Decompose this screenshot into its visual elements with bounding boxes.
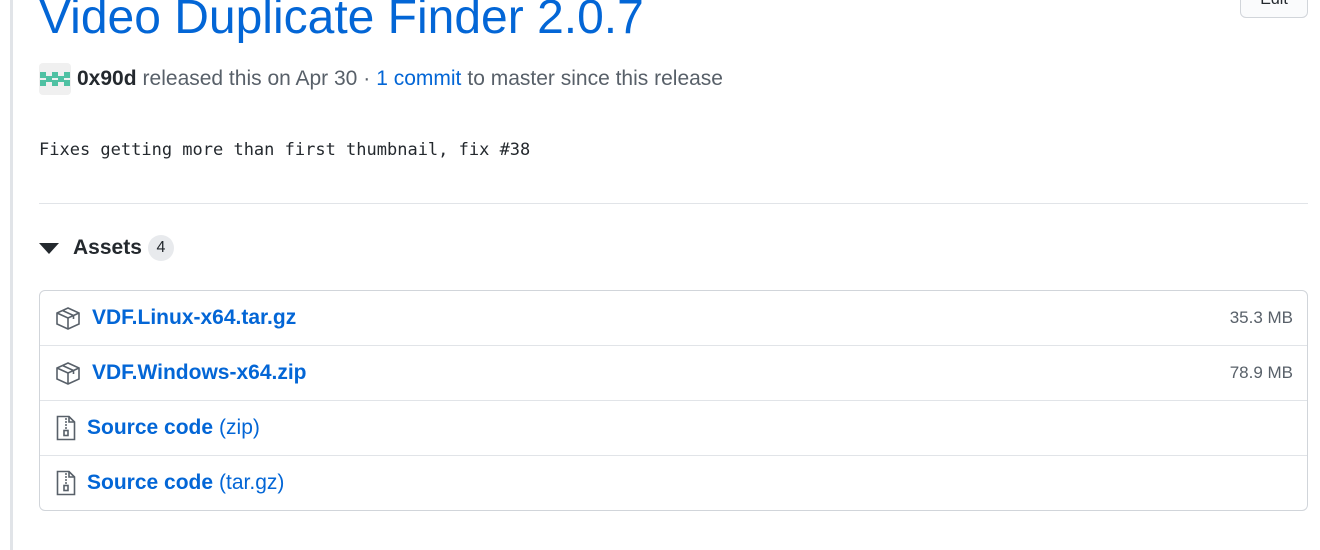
- assets-toggle[interactable]: Assets 4: [39, 233, 174, 263]
- asset-format[interactable]: (tar.gz): [219, 471, 284, 495]
- release-title[interactable]: Video Duplicate Finder 2.0.7: [39, 0, 644, 50]
- triangle-down-icon: [39, 242, 59, 254]
- release-entry: Video Duplicate Finder 2.0.7 Edit 0x90d …: [39, 0, 1308, 550]
- package-icon: [54, 304, 82, 332]
- release-byline: 0x90d released this on Apr 30 · 1 commit…: [39, 62, 723, 96]
- divider: [39, 203, 1308, 204]
- author-link[interactable]: 0x90d: [77, 67, 137, 91]
- package-icon: [54, 359, 82, 387]
- asset-size: 35.3 MB: [1229, 308, 1293, 327]
- asset-row: VDF.Windows-x64.zip 78.9 MB: [40, 345, 1307, 400]
- assets-label: Assets: [73, 236, 142, 259]
- file-zip-icon: [54, 469, 78, 497]
- asset-row: Source code (tar.gz): [40, 455, 1307, 510]
- author-avatar[interactable]: [39, 63, 71, 95]
- asset-size: 78.9 MB: [1229, 363, 1293, 382]
- edit-button[interactable]: Edit: [1240, 0, 1308, 18]
- asset-download-link[interactable]: Source code: [87, 471, 213, 495]
- asset-row: VDF.Linux-x64.tar.gz 35.3 MB: [40, 291, 1307, 345]
- assets-count-badge: 4: [147, 235, 174, 261]
- timeline-bar: [10, 0, 13, 550]
- asset-row: Source code (zip): [40, 400, 1307, 455]
- release-notes: Fixes getting more than first thumbnail,…: [39, 140, 531, 160]
- released-text: released this on Apr 30 ·: [142, 67, 371, 90]
- asset-download-link[interactable]: VDF.Linux-x64.tar.gz: [92, 306, 296, 330]
- asset-download-link[interactable]: VDF.Windows-x64.zip: [92, 361, 307, 385]
- file-zip-icon: [54, 414, 78, 442]
- commit-suffix-text: to master since this release: [467, 67, 723, 90]
- asset-format[interactable]: (zip): [219, 416, 260, 440]
- asset-download-link[interactable]: Source code: [87, 416, 213, 440]
- assets-list: VDF.Linux-x64.tar.gz 35.3 MB VDF.Windows…: [39, 290, 1308, 511]
- commit-link[interactable]: 1 commit: [376, 67, 461, 91]
